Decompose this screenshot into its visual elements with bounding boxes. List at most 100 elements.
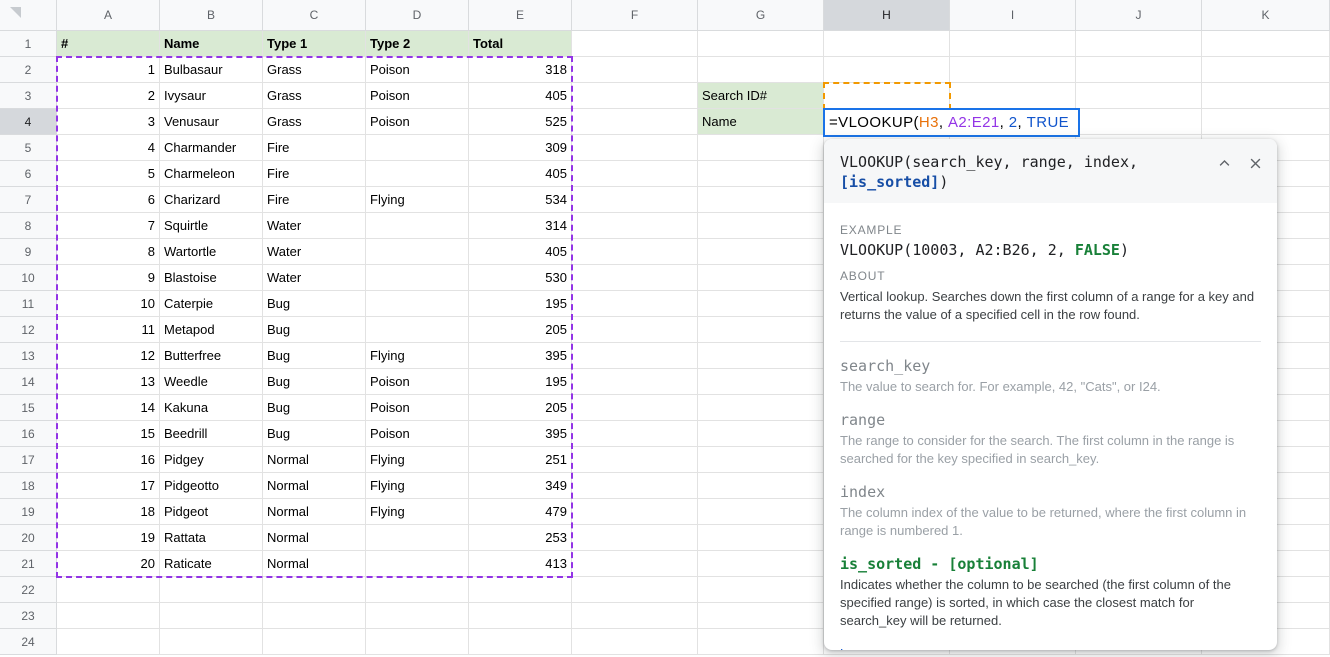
cell-A15[interactable]: 14: [57, 395, 160, 421]
cell-D5[interactable]: [366, 135, 469, 161]
cell-G17[interactable]: [698, 447, 824, 473]
cell-F6[interactable]: [572, 161, 698, 187]
row-header-7[interactable]: 7: [0, 187, 57, 213]
cell-J1[interactable]: [1076, 31, 1202, 57]
cell-B8[interactable]: Squirtle: [160, 213, 263, 239]
cell-B24[interactable]: [160, 629, 263, 655]
cell-C2[interactable]: Grass: [263, 57, 366, 83]
cell-A23[interactable]: [57, 603, 160, 629]
cell-C24[interactable]: [263, 629, 366, 655]
cell-A2[interactable]: 1: [57, 57, 160, 83]
cell-J3[interactable]: [1076, 83, 1202, 109]
cell-E19[interactable]: 479: [469, 499, 572, 525]
cell-A7[interactable]: 6: [57, 187, 160, 213]
cell-I2[interactable]: [950, 57, 1076, 83]
cell-B19[interactable]: Pidgeot: [160, 499, 263, 525]
cell-A19[interactable]: 18: [57, 499, 160, 525]
cell-F15[interactable]: [572, 395, 698, 421]
cell-F5[interactable]: [572, 135, 698, 161]
close-icon[interactable]: [1248, 156, 1263, 171]
cell-B13[interactable]: Butterfree: [160, 343, 263, 369]
column-header-E[interactable]: E: [469, 0, 572, 31]
formula-edit-cell[interactable]: =VLOOKUP(H3, A2:E21, 2, TRUE: [823, 108, 1080, 137]
cell-F7[interactable]: [572, 187, 698, 213]
cell-E5[interactable]: 309: [469, 135, 572, 161]
row-header-6[interactable]: 6: [0, 161, 57, 187]
cell-A17[interactable]: 16: [57, 447, 160, 473]
cell-A20[interactable]: 19: [57, 525, 160, 551]
cell-A24[interactable]: [57, 629, 160, 655]
cell-F3[interactable]: [572, 83, 698, 109]
column-header-K[interactable]: K: [1202, 0, 1330, 31]
row-header-9[interactable]: 9: [0, 239, 57, 265]
cell-K1[interactable]: [1202, 31, 1330, 57]
cell-H1[interactable]: [824, 31, 950, 57]
cell-C20[interactable]: Normal: [263, 525, 366, 551]
cell-G14[interactable]: [698, 369, 824, 395]
cell-G16[interactable]: [698, 421, 824, 447]
cell-A10[interactable]: 9: [57, 265, 160, 291]
cell-C12[interactable]: Bug: [263, 317, 366, 343]
column-header-I[interactable]: I: [950, 0, 1076, 31]
row-header-17[interactable]: 17: [0, 447, 57, 473]
cell-F14[interactable]: [572, 369, 698, 395]
cell-B23[interactable]: [160, 603, 263, 629]
cell-C8[interactable]: Water: [263, 213, 366, 239]
cell-C7[interactable]: Fire: [263, 187, 366, 213]
cell-E16[interactable]: 395: [469, 421, 572, 447]
cell-D22[interactable]: [366, 577, 469, 603]
cell-G8[interactable]: [698, 213, 824, 239]
cell-B11[interactable]: Caterpie: [160, 291, 263, 317]
cell-C16[interactable]: Bug: [263, 421, 366, 447]
cell-G9[interactable]: [698, 239, 824, 265]
cell-E21[interactable]: 413: [469, 551, 572, 577]
cell-D14[interactable]: Poison: [366, 369, 469, 395]
cell-G12[interactable]: [698, 317, 824, 343]
cell-C21[interactable]: Normal: [263, 551, 366, 577]
cell-F20[interactable]: [572, 525, 698, 551]
cell-E13[interactable]: 395: [469, 343, 572, 369]
cell-A12[interactable]: 11: [57, 317, 160, 343]
cell-B5[interactable]: Charmander: [160, 135, 263, 161]
cell-C3[interactable]: Grass: [263, 83, 366, 109]
cell-C1[interactable]: Type 1: [263, 31, 366, 57]
cell-E18[interactable]: 349: [469, 473, 572, 499]
cell-F11[interactable]: [572, 291, 698, 317]
row-header-3[interactable]: 3: [0, 83, 57, 109]
cell-A1[interactable]: #: [57, 31, 160, 57]
cell-A6[interactable]: 5: [57, 161, 160, 187]
cell-E23[interactable]: [469, 603, 572, 629]
cell-E8[interactable]: 314: [469, 213, 572, 239]
cell-C17[interactable]: Normal: [263, 447, 366, 473]
cell-B16[interactable]: Beedrill: [160, 421, 263, 447]
cell-A21[interactable]: 20: [57, 551, 160, 577]
cell-A9[interactable]: 8: [57, 239, 160, 265]
cell-D8[interactable]: [366, 213, 469, 239]
cell-C9[interactable]: Water: [263, 239, 366, 265]
cell-C13[interactable]: Bug: [263, 343, 366, 369]
row-header-15[interactable]: 15: [0, 395, 57, 421]
cell-D17[interactable]: Flying: [366, 447, 469, 473]
cell-D20[interactable]: [366, 525, 469, 551]
cell-B4[interactable]: Venusaur: [160, 109, 263, 135]
cell-D3[interactable]: Poison: [366, 83, 469, 109]
cell-C14[interactable]: Bug: [263, 369, 366, 395]
cell-G13[interactable]: [698, 343, 824, 369]
cell-G22[interactable]: [698, 577, 824, 603]
cell-G2[interactable]: [698, 57, 824, 83]
cell-F24[interactable]: [572, 629, 698, 655]
cell-G4[interactable]: Name: [698, 109, 824, 135]
cell-C10[interactable]: Water: [263, 265, 366, 291]
cell-F13[interactable]: [572, 343, 698, 369]
cell-B10[interactable]: Blastoise: [160, 265, 263, 291]
cell-D9[interactable]: [366, 239, 469, 265]
cell-B20[interactable]: Rattata: [160, 525, 263, 551]
cell-G5[interactable]: [698, 135, 824, 161]
cell-F17[interactable]: [572, 447, 698, 473]
cell-D4[interactable]: Poison: [366, 109, 469, 135]
row-header-23[interactable]: 23: [0, 603, 57, 629]
row-header-11[interactable]: 11: [0, 291, 57, 317]
cell-J2[interactable]: [1076, 57, 1202, 83]
cell-A16[interactable]: 15: [57, 421, 160, 447]
column-header-F[interactable]: F: [572, 0, 698, 31]
